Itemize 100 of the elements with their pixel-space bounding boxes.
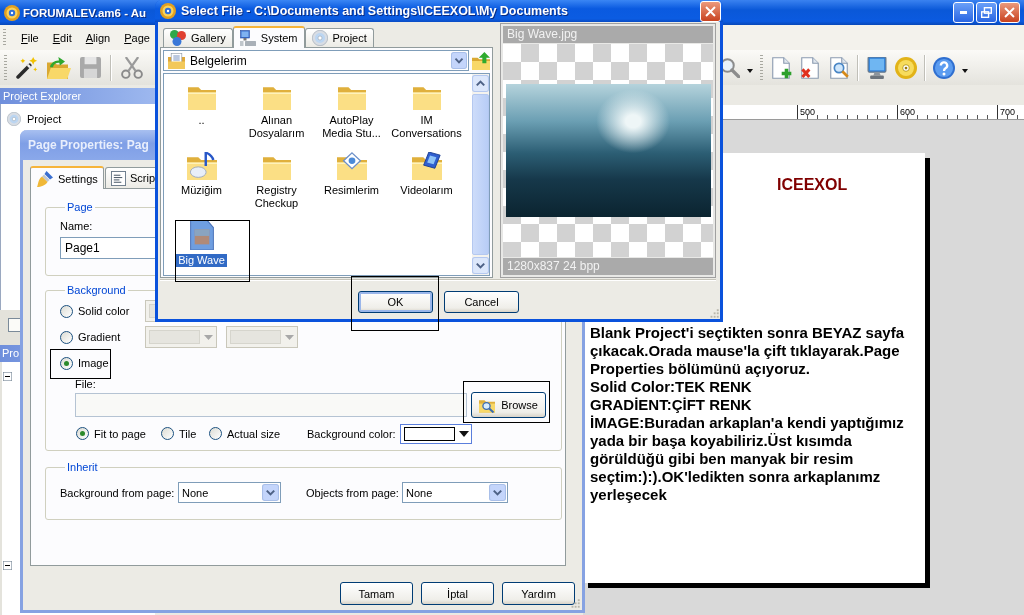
dialog-button[interactable]: İptal <box>421 582 494 605</box>
minimize-icon <box>960 11 967 14</box>
menu-item[interactable]: File <box>14 29 46 46</box>
dropdown-arrow-icon <box>451 52 467 69</box>
dropdown-arrow-icon <box>285 334 294 340</box>
scroll-down-icon[interactable] <box>472 257 489 274</box>
ruler-label: 700 <box>1000 107 1016 117</box>
help-icon[interactable] <box>933 56 955 79</box>
tab[interactable]: Settings <box>30 166 104 189</box>
image-file-icon[interactable] <box>188 220 215 250</box>
close-button[interactable] <box>999 2 1020 23</box>
new-page-icon[interactable] <box>770 56 792 79</box>
tab[interactable]: Gallery <box>163 28 233 47</box>
caret-icon[interactable] <box>962 68 968 73</box>
scrollbar-thumb[interactable] <box>472 94 489 255</box>
menu-item[interactable]: Page <box>117 29 157 46</box>
file-name[interactable]: .. <box>196 114 207 127</box>
page-paragraph: GRADİENT:ÇİFT RENK <box>590 396 753 414</box>
disc-icon[interactable] <box>895 56 917 79</box>
dialog-button[interactable]: OK <box>358 291 433 313</box>
file-name[interactable]: Resimlerim <box>322 184 381 197</box>
radio-option[interactable]: Actual size <box>209 427 307 440</box>
caret-icon[interactable] <box>747 68 753 73</box>
app-logo-icon <box>4 4 20 21</box>
preview-title: Big Wave.jpg <box>503 26 713 43</box>
picture-folder-icon[interactable] <box>336 152 367 180</box>
minimize-button[interactable] <box>953 2 974 23</box>
field-label: Background from page: <box>60 486 176 499</box>
restore-button[interactable] <box>976 2 997 23</box>
open-folder-icon[interactable] <box>47 56 71 79</box>
page-magnifier-icon[interactable] <box>828 56 850 79</box>
color-dropdown[interactable] <box>226 326 298 348</box>
radio-option[interactable]: Tile <box>161 427 209 440</box>
page-dropdown[interactable]: None <box>402 482 508 503</box>
app-logo-icon <box>160 3 176 19</box>
paintbrush-icon <box>37 170 53 187</box>
scissors-icon[interactable] <box>121 56 143 79</box>
restore-icon <box>981 7 992 18</box>
file-name[interactable]: Alınan Dosyalarım <box>239 114 314 140</box>
folder-magnifier-icon <box>479 397 496 413</box>
save-icon[interactable] <box>80 57 101 78</box>
monitor-icon[interactable] <box>866 56 888 79</box>
image-info: 1280x837 24 bpp <box>503 258 713 275</box>
field-label: File: <box>74 378 97 391</box>
radio-option[interactable]: Gradient <box>60 330 121 344</box>
file-name[interactable]: Müziğim <box>179 184 224 197</box>
dialog-button[interactable]: Cancel <box>444 291 519 313</box>
window-title: FORUMALEV.am6 - Au <box>23 6 147 19</box>
scrollbar[interactable] <box>472 74 489 275</box>
ruler-label: 600 <box>900 107 916 117</box>
group-title: Background <box>66 284 127 297</box>
close-button[interactable] <box>700 0 721 22</box>
resize-grip-icon[interactable] <box>570 598 580 608</box>
file-field[interactable] <box>75 393 467 417</box>
scroll-up-icon[interactable] <box>472 75 489 92</box>
collapse-icon[interactable] <box>3 561 12 570</box>
radio-option[interactable]: Solid color <box>60 304 130 318</box>
file-name[interactable]: Big Wave <box>176 254 227 267</box>
tab[interactable]: System <box>232 26 305 48</box>
dialog-button[interactable]: Tamam <box>340 582 413 605</box>
browse-button[interactable]: Browse <box>471 392 546 418</box>
page-paragraph: Blank Project'i seçtikten sonra BEYAZ sayfa çıkacak.Orada mause'la çift tıklayarak.Page Properties bölümünü açıyoruz. <box>590 324 905 378</box>
color-dropdown[interactable] <box>145 326 217 348</box>
gripper-handle[interactable] <box>760 54 763 81</box>
dialog-title: Select File - C:\Documents and Settings\ICEEXOL\My Documents <box>181 4 568 18</box>
menu-item[interactable]: Edit <box>45 29 79 46</box>
color-dropdown[interactable] <box>400 423 472 444</box>
magic-wand-icon[interactable] <box>16 56 38 79</box>
location-dropdown[interactable]: Belgelerim <box>163 50 469 71</box>
file-name[interactable]: Registry Checkup <box>239 184 314 210</box>
group-title: Inherit <box>66 461 99 474</box>
computer-icon <box>239 30 256 46</box>
menu-item[interactable]: Align <box>78 29 118 46</box>
field-label: Name: <box>60 220 94 233</box>
close-icon <box>705 5 716 17</box>
document-icon <box>111 170 126 186</box>
file-name[interactable]: AutoPlay Media Stu... <box>314 114 389 140</box>
page-paragraph: Solid Color:TEK RENK <box>590 378 753 396</box>
resize-grip-icon[interactable] <box>709 308 719 318</box>
tree-item[interactable]: Project <box>27 113 62 125</box>
music-folder-icon[interactable] <box>186 152 217 180</box>
gripper-handle[interactable] <box>3 28 6 47</box>
video-folder-icon[interactable] <box>411 152 442 180</box>
up-folder-icon[interactable] <box>472 51 490 70</box>
radio-option[interactable]: Fit to page <box>76 427 161 440</box>
dropdown-arrow-icon <box>459 430 469 437</box>
magnifier-icon[interactable] <box>720 57 740 78</box>
dropdown-arrow-icon <box>204 334 213 340</box>
gripper-handle[interactable] <box>4 54 7 81</box>
page-paragraph: İMAGE:Buradan arkaplan'a kendi yaptığımız yada bir başa koyabiliriz.Üst kısımda görüldüğü gibi ben manyak bir resim seçtim:):).OK'ledikten sonra arkaplanımz yerleşecek <box>590 414 905 504</box>
collapse-icon[interactable] <box>3 372 12 381</box>
page-heading: ICEEXOL <box>777 176 848 194</box>
tab[interactable]: Project <box>304 28 374 47</box>
panel-header: Project Explorer <box>0 88 155 104</box>
file-name[interactable]: Videolarım <box>398 184 455 197</box>
delete-page-icon[interactable] <box>799 56 821 79</box>
disc-icon <box>7 112 21 126</box>
page-dropdown[interactable]: None <box>178 482 281 503</box>
file-name[interactable]: IM Conversations <box>389 114 464 140</box>
dialog-button[interactable]: Yardım <box>502 582 575 605</box>
